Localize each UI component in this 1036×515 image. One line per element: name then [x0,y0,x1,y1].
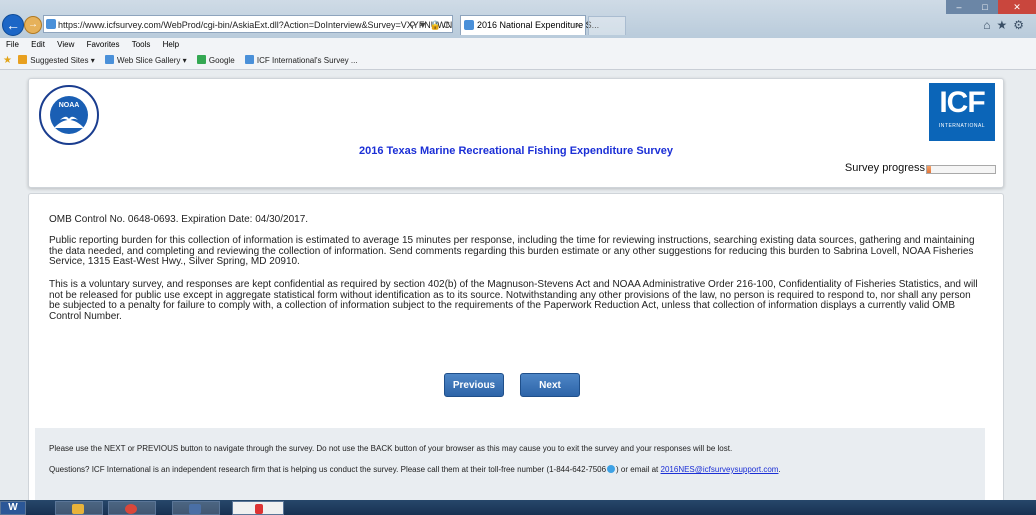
survey-header: NOAA 2016 Texas Marine Recreational Fish… [28,78,1004,188]
taskbar-app-button[interactable] [172,501,220,515]
gear-icon[interactable]: ⚙ [1013,18,1030,32]
seagull-icon [54,116,84,128]
survey-progress-fill [927,166,932,173]
previous-button[interactable]: Previous [444,373,504,397]
favorites-star-icon[interactable]: ★ [3,55,12,66]
app-icon [189,504,201,514]
tab-favicon-icon [464,20,474,30]
icf-logo: ICF INTERNATIONAL [929,83,995,141]
home-icon[interactable]: ⌂ [983,18,996,32]
menu-help[interactable]: Help [163,40,179,49]
browser-toolbar-icons: ⌂★⚙ [983,18,1030,32]
questions-line: Questions? ICF International is an indep… [49,465,781,474]
omb-control-line: OMB Control No. 0648-0693. Expiration Da… [49,214,309,225]
taskbar: W [0,500,1036,515]
taskbar-word-button[interactable]: W [0,501,26,515]
menu-edit[interactable]: Edit [31,40,45,49]
taskbar-app-button[interactable] [55,501,103,515]
favorite-icf-survey[interactable]: ICF International's Survey ... [244,55,358,65]
folder-icon [72,504,84,514]
favorite-web-slice-gallery[interactable]: Web Slice Gallery ▾ [104,55,187,65]
support-email-link[interactable]: 2016NES@icfsurveysupport.com [661,465,779,474]
menu-bar: File Edit View Favorites Tools Help [0,38,1036,52]
address-url: https://www.icfsurvey.com/WebProd/cgi-bi… [58,20,453,30]
taskbar-app-button[interactable] [108,501,156,515]
icf-logo-subtext: INTERNATIONAL [938,123,986,129]
next-button[interactable]: Next [520,373,580,397]
navigation-note: Please use the NEXT or PREVIOUS button t… [49,444,733,453]
menu-view[interactable]: View [57,40,74,49]
browser-titlebar: ← → https://www.icfsurvey.com/WebProd/cg… [0,0,1036,38]
menu-file[interactable]: File [6,40,19,49]
noaa-logo-text: NOAA [58,102,80,109]
favorite-label: Suggested Sites ▾ [30,56,95,65]
questions-suffix: . [778,465,781,474]
favorites-star-icon[interactable]: ★ [996,18,1013,32]
google-icon [196,55,206,64]
menu-favorites[interactable]: Favorites [87,40,120,49]
address-tools-icon[interactable]: ⚲ ▼ 🔒 C [409,16,450,32]
window-controls: – □ ✕ [946,0,1036,14]
burden-paragraph: Public reporting burden for this collect… [49,235,975,267]
web-slice-icon [104,55,114,64]
address-bar[interactable]: https://www.icfsurvey.com/WebProd/cgi-bi… [43,15,453,33]
favorite-google[interactable]: Google [196,55,235,65]
taskbar-app-button[interactable] [232,501,284,515]
back-arrow-icon[interactable]: ← [2,14,24,36]
favorite-label: ICF International's Survey ... [256,56,358,65]
favorites-bar: ★ Suggested Sites ▾ Web Slice Gallery ▾ … [0,52,1036,70]
window-close-icon[interactable]: ✕ [998,0,1036,14]
site-favicon-icon [46,19,56,29]
survey-title: 2016 Texas Marine Recreational Fishing E… [358,145,674,157]
forward-arrow-icon[interactable]: → [24,16,42,34]
survey-progress-label: Survey progress [844,162,925,174]
noaa-logo: NOAA [39,85,99,145]
noaa-emblem-icon: NOAA [50,96,88,134]
favorite-suggested-sites[interactable]: Suggested Sites ▾ [18,55,95,65]
icf-logo-text: ICF [939,86,985,119]
document-icon [255,504,263,514]
tab-close-icon[interactable]: × [576,16,581,35]
skype-call-icon[interactable] [607,465,616,473]
tab-survey[interactable]: 2016 National Expenditure S... × [460,15,599,35]
questions-prefix: Questions? ICF International is an indep… [49,465,607,474]
suggested-sites-icon [18,55,28,64]
questions-mid: ) or email at [616,465,661,474]
survey-progress-bar [926,165,996,174]
new-tab-button[interactable] [588,16,626,35]
page-icon [244,55,254,64]
confidentiality-paragraph: This is a voluntary survey, and response… [49,279,978,322]
survey-content: OMB Control No. 0648-0693. Expiration Da… [28,193,1004,505]
chrome-icon [125,504,137,514]
menu-tools[interactable]: Tools [132,40,151,49]
favorite-label: Google [208,56,235,65]
favorite-label: Web Slice Gallery ▾ [116,56,187,65]
maximize-icon[interactable]: □ [972,0,998,14]
footer-panel: Please use the NEXT or PREVIOUS button t… [35,428,985,504]
minimize-icon[interactable]: – [946,0,972,14]
